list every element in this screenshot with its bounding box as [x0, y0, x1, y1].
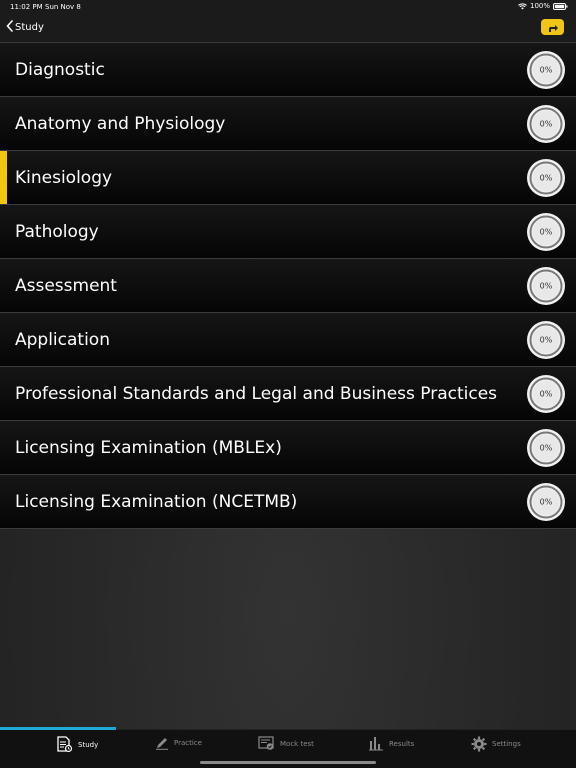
list-item-label: Diagnostic: [15, 59, 105, 80]
progress-ring: 0%: [526, 428, 566, 468]
list-item[interactable]: Licensing Examination (MBLEx) 0%: [0, 421, 576, 475]
tab-label: Study: [78, 740, 99, 749]
list-item-label: Professional Standards and Legal and Bus…: [15, 383, 498, 404]
list-item-selected[interactable]: Kinesiology 0%: [0, 151, 576, 205]
progress-ring: 0%: [526, 320, 566, 360]
back-label: Study: [15, 22, 44, 33]
list-item-label: Anatomy and Physiology: [15, 113, 226, 134]
progress-ring: 0%: [526, 482, 566, 522]
progress-value: 0%: [539, 227, 553, 236]
list-item[interactable]: Pathology 0%: [0, 205, 576, 259]
chevron-left-icon: [6, 20, 13, 35]
progress-ring: 0%: [526, 158, 566, 198]
tab-results[interactable]: Results: [368, 736, 414, 751]
tab-label: Settings: [492, 740, 521, 748]
progress-ring: 0%: [526, 266, 566, 306]
navigation-bar: Study: [0, 14, 576, 43]
tab-practice[interactable]: Practice: [155, 736, 202, 750]
progress-value: 0%: [539, 65, 553, 74]
status-bar: 11:02 PM Sun Nov 8 100%: [0, 0, 576, 14]
mock-test-icon: [258, 736, 275, 751]
list-item[interactable]: Application 0%: [0, 313, 576, 367]
progress-value: 0%: [539, 119, 553, 128]
list-item-label: Kinesiology: [15, 167, 113, 188]
progress-value: 0%: [539, 173, 553, 182]
progress-ring: 0%: [526, 104, 566, 144]
list-item[interactable]: Anatomy and Physiology 0%: [0, 97, 576, 151]
share-button[interactable]: [541, 19, 564, 35]
list-item-label: Application: [15, 329, 110, 350]
study-icon: [56, 736, 73, 753]
progress-value: 0%: [539, 281, 553, 290]
status-date: Sun Nov 8: [45, 3, 81, 11]
progress-value: 0%: [539, 497, 553, 506]
tab-label: Results: [389, 739, 415, 748]
status-time: 11:02 PM: [10, 3, 43, 11]
tab-label: Mock test: [280, 739, 314, 748]
tab-mock-test[interactable]: Mock test: [258, 736, 314, 751]
tab-study[interactable]: Study: [56, 736, 98, 753]
pencil-icon: [155, 736, 169, 750]
battery-percent: 100%: [529, 2, 550, 10]
list-item-label: Assessment: [15, 275, 117, 296]
list-item[interactable]: Diagnostic 0%: [0, 43, 576, 97]
tab-bar: Study Practice Mock test Results Setting: [0, 727, 576, 768]
app-screen: 11:02 PM Sun Nov 8 100% Study Diagnostic…: [0, 0, 576, 768]
wifi-icon: [518, 2, 527, 10]
tab-settings[interactable]: Settings: [471, 736, 521, 752]
list-item-label: Licensing Examination (MBLEx): [15, 437, 282, 458]
status-right: 100%: [518, 2, 568, 10]
tab-label: Practice: [174, 739, 202, 747]
share-arrow-icon: [547, 18, 559, 37]
list-item[interactable]: Licensing Examination (NCETMB) 0%: [0, 475, 576, 529]
progress-value: 0%: [539, 335, 553, 344]
home-indicator: [200, 761, 376, 764]
list-item[interactable]: Assessment 0%: [0, 259, 576, 313]
list-item-label: Licensing Examination (NCETMB): [15, 491, 298, 512]
bar-chart-icon: [368, 736, 384, 751]
progress-ring: 0%: [526, 212, 566, 252]
topic-list: Diagnostic 0% Anatomy and Physiology 0% …: [0, 43, 576, 529]
gear-icon: [471, 736, 487, 752]
battery-icon: [553, 2, 568, 10]
back-button[interactable]: Study: [6, 20, 44, 35]
progress-value: 0%: [539, 443, 553, 452]
progress-ring: 0%: [526, 374, 566, 414]
list-item[interactable]: Professional Standards and Legal and Bus…: [0, 367, 576, 421]
list-item-label: Pathology: [15, 221, 99, 242]
progress-value: 0%: [539, 389, 553, 398]
active-tab-indicator: [0, 727, 116, 730]
progress-ring: 0%: [526, 50, 566, 90]
